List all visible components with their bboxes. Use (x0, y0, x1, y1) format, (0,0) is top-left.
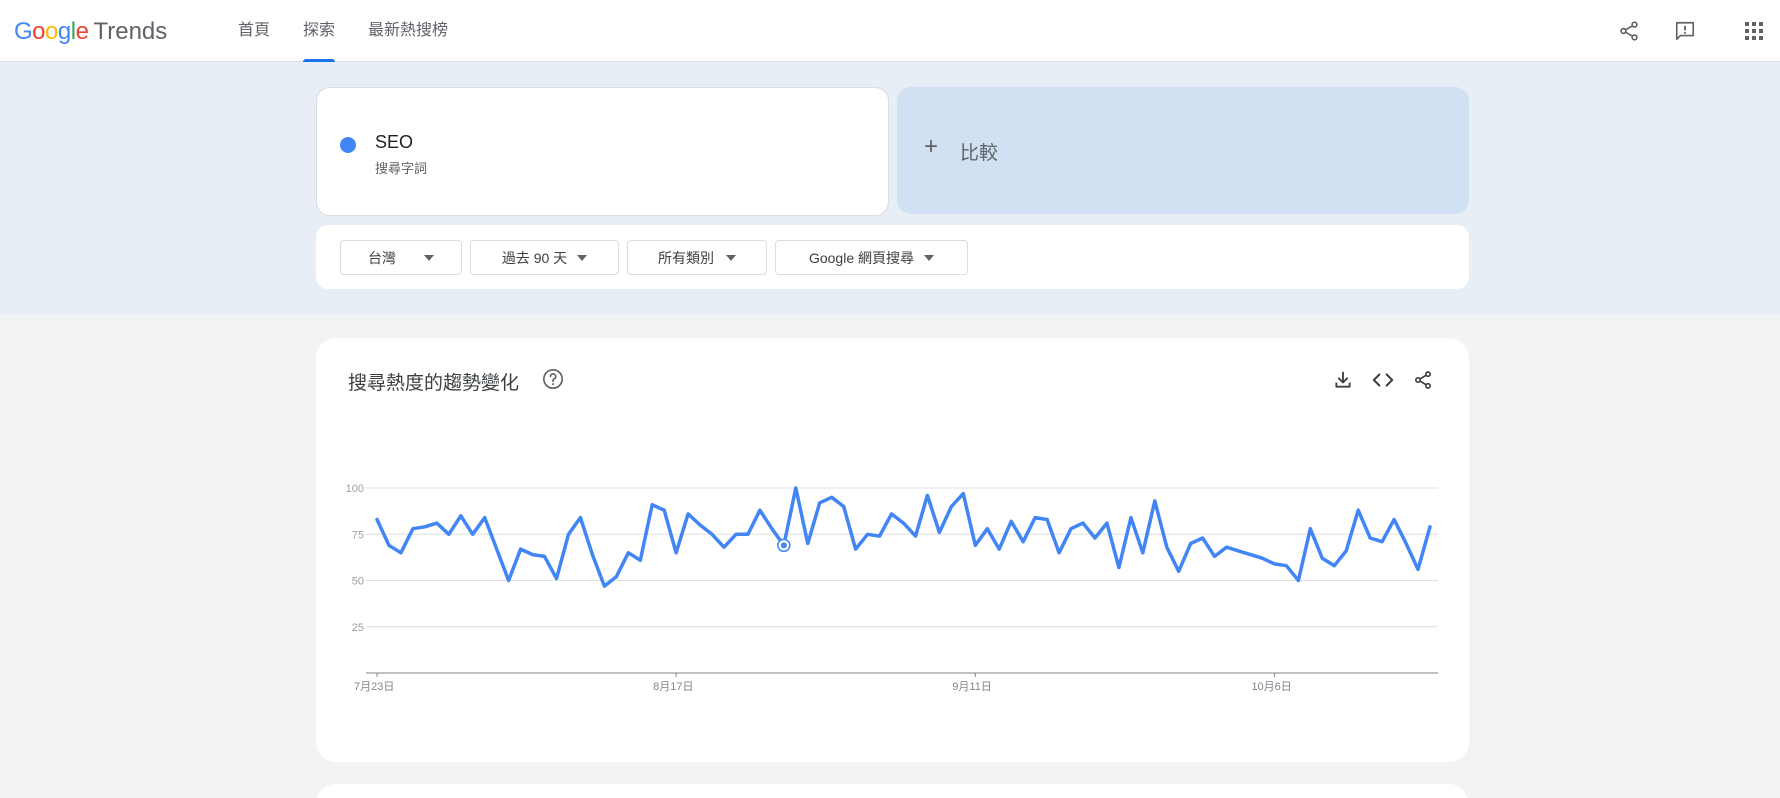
dropdown-caret-icon (424, 254, 434, 261)
compare-label: 比較 (960, 143, 999, 164)
compare-button[interactable]: + 比較 (897, 87, 1469, 214)
hover-marker-inner (780, 542, 787, 549)
share-icon[interactable] (1616, 18, 1642, 44)
dropdown-caret-icon (577, 254, 588, 261)
logo-letter: G (14, 18, 33, 45)
filter-region-label: 台灣 (368, 249, 396, 266)
google-logo-text: Google (14, 18, 89, 46)
y-tick-label: 100 (346, 483, 364, 495)
main-nav: 首頁 探索 最新熱搜榜 (238, 0, 481, 62)
filter-category-label: 所有類別 (658, 249, 714, 266)
filter-time-range[interactable]: 過去 90 天 (470, 240, 619, 275)
tab-explore-label: 探索 (303, 22, 336, 39)
top-app-bar: Google Trends 首頁 探索 最新熱搜榜 (0, 0, 1780, 62)
term-color-dot (340, 137, 356, 153)
dropdown-caret-icon (924, 254, 935, 261)
x-tick-label: 8月17日 (653, 681, 693, 693)
filter-search-type-label: Google 網頁搜尋 (808, 249, 915, 266)
trends-logo-text: Trends (93, 18, 168, 45)
tab-home-label: 首頁 (238, 22, 271, 39)
filters-bar: 台灣 過去 90 天 所有類別 Google 網頁搜尋 (316, 225, 1469, 289)
filter-time-label: 過去 90 天 (501, 249, 568, 266)
y-tick-label: 50 (352, 576, 364, 588)
term-type: 搜尋字詞 (375, 161, 428, 176)
series-line-seo (375, 486, 1432, 588)
tab-explore[interactable]: 探索 (303, 0, 336, 62)
filter-category[interactable]: 所有類別 (627, 240, 767, 275)
interest-over-time-card: 搜尋熱度的趨勢變化 25 50 75 100 7月23日 8月17日 9月11日 10月6日 (316, 338, 1469, 762)
filter-search-type[interactable]: Google 網頁搜尋 (775, 240, 968, 275)
plus-icon: + (924, 133, 939, 160)
next-card (316, 784, 1469, 798)
logo-letter: o (32, 18, 46, 45)
x-tick-label: 10月6日 (1251, 681, 1291, 693)
term-name: SEO (375, 132, 414, 152)
filter-region[interactable]: 台灣 (340, 240, 462, 275)
x-tick-label: 7月23日 (354, 681, 394, 693)
dropdown-caret-icon (726, 254, 736, 261)
tab-trending-now[interactable]: 最新熱搜榜 (368, 0, 448, 62)
google-trends-logo[interactable]: Google Trends (14, 18, 167, 46)
search-term-card[interactable]: SEO 搜尋字詞 (316, 87, 889, 216)
logo-letter: g (57, 18, 71, 45)
apps-grid-icon[interactable] (1741, 18, 1767, 44)
feedback-icon[interactable] (1672, 18, 1698, 44)
x-tick-label: 9月11日 (952, 681, 992, 693)
y-tick-label: 25 (352, 622, 364, 634)
interest-line-chart[interactable]: 25 50 75 100 7月23日 8月17日 9月11日 10月6日 (316, 338, 1469, 762)
logo-letter: o (45, 18, 58, 45)
tab-trending-label: 最新熱搜榜 (368, 22, 449, 39)
logo-letter: e (75, 18, 89, 45)
tab-home[interactable]: 首頁 (238, 0, 270, 62)
y-tick-label: 75 (352, 529, 364, 541)
